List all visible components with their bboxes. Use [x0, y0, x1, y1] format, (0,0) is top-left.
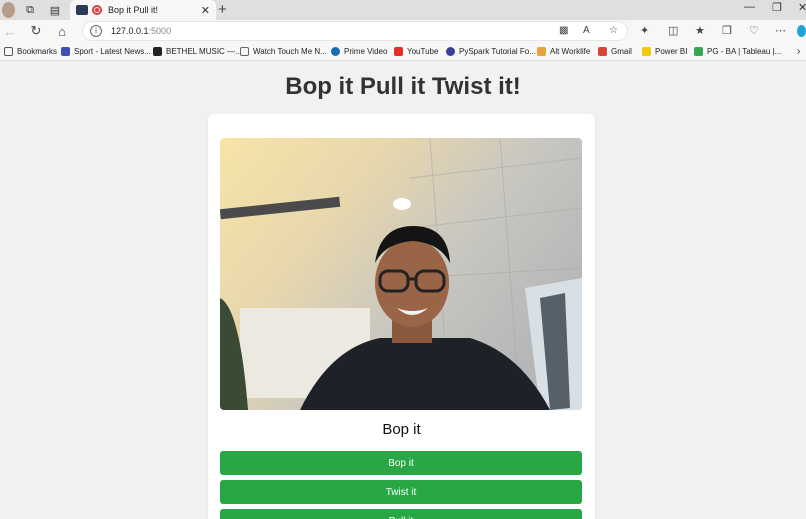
bookmark-folder-icon — [4, 47, 13, 56]
bookmark-label: Sport - Latest News... — [74, 47, 151, 56]
home-icon[interactable]: ⌂ — [54, 23, 70, 39]
alt-worklife-icon — [537, 47, 546, 56]
bethel-music-icon — [153, 47, 162, 56]
extensions-icon[interactable]: ✦ — [640, 24, 649, 37]
address-bar-row: ← ↻ ⌂ i 127.0.0.1:5000 ▩ A ☆ ✦ ◫ ★ ❐ ♡ ⋯ — [0, 20, 806, 42]
bookmark-item[interactable]: Sport - Latest News... — [61, 45, 151, 58]
tab-actions-icon[interactable]: ▤ — [47, 2, 63, 18]
pyspark-icon — [446, 47, 455, 56]
refresh-icon[interactable]: ↻ — [28, 23, 44, 39]
minimize-icon[interactable]: — — [744, 1, 755, 13]
bookmark-item[interactable]: YouTube — [394, 45, 438, 58]
bookmark-item[interactable]: Watch Touch Me N... — [240, 45, 327, 58]
bookmarks-bar: Bookmarks Sport - Latest News... BETHEL … — [0, 42, 806, 61]
tab-bar: ⧉ ▤ Bop it Pull it! ✕ + — ❐ ✕ — [0, 0, 806, 20]
profile-avatar-icon[interactable] — [2, 2, 15, 18]
restore-icon[interactable]: ❐ — [772, 1, 782, 14]
power-bi-icon — [642, 47, 651, 56]
youtube-icon — [394, 47, 403, 56]
bookmark-label: Watch Touch Me N... — [253, 47, 327, 56]
webcam-feed — [220, 138, 582, 410]
webcam-image — [220, 138, 582, 410]
google-drive-icon — [694, 47, 703, 56]
page-icon — [240, 47, 249, 56]
more-options-icon[interactable]: ⋯ — [775, 24, 786, 37]
bookmark-label: PG - BA | Tableau |... — [707, 47, 782, 56]
site-info-icon[interactable]: i — [90, 25, 102, 37]
bookmark-item[interactable]: Prime Video — [331, 45, 387, 58]
bop-it-button[interactable]: Bop it — [220, 451, 582, 475]
current-command: Bop it — [382, 421, 421, 438]
close-tab-icon[interactable]: ✕ — [201, 4, 210, 17]
favorites-icon[interactable]: ★ — [695, 24, 705, 37]
camera-in-use-icon[interactable]: ▩ — [559, 25, 568, 36]
bookmark-label: Power BI — [655, 47, 688, 56]
copilot-icon[interactable] — [797, 25, 806, 37]
bookmark-item[interactable]: Alt Worklife — [537, 45, 590, 58]
bookmark-label: Alt Worklife — [550, 47, 591, 56]
bookmark-label: Bookmarks — [17, 47, 58, 56]
gmail-icon — [598, 47, 607, 56]
url-field[interactable]: i 127.0.0.1:5000 ▩ A ☆ — [82, 21, 628, 41]
bookmarks-overflow-icon[interactable]: › — [797, 45, 800, 58]
browser-essentials-icon[interactable]: ♡ — [749, 24, 759, 37]
workspaces-icon[interactable]: ⧉ — [22, 2, 38, 18]
url-port: :5000 — [148, 26, 172, 36]
split-screen-icon[interactable]: ◫ — [668, 24, 678, 37]
bookmark-item[interactable]: Power BI — [642, 45, 687, 58]
pull-it-button[interactable]: Pull it — [220, 509, 582, 519]
url-host: 127.0.0.1 — [111, 26, 149, 36]
close-window-icon[interactable]: ✕ — [798, 1, 806, 14]
recording-indicator-icon — [92, 5, 102, 15]
back-icon[interactable]: ← — [2, 23, 18, 39]
page-title: Bop it Pull it Twist it! — [285, 73, 521, 100]
prime-video-icon — [331, 47, 340, 56]
twist-it-button[interactable]: Twist it — [220, 480, 582, 504]
favorite-star-icon[interactable]: ☆ — [609, 25, 618, 36]
bookmark-label: YouTube — [407, 47, 439, 56]
bookmark-item[interactable]: PG - BA | Tableau |... — [694, 45, 781, 58]
tab-favicon-icon — [76, 5, 88, 15]
url-text: 127.0.0.1:5000 — [111, 26, 171, 36]
bookmark-label: Gmail — [611, 47, 632, 56]
bookmark-item[interactable]: Gmail — [598, 45, 632, 58]
bookmark-item[interactable]: Bookmarks — [4, 45, 57, 58]
tab-title: Bop it Pull it! — [108, 5, 159, 15]
bookmark-item[interactable]: BETHEL MUSIC —... — [153, 45, 242, 58]
page-content: Bop it Pull it Twist it! Bop it Bop it T… — [0, 61, 806, 519]
sport-news-icon — [61, 47, 70, 56]
bookmark-label: PySpark Tutorial Fo... — [459, 47, 536, 56]
game-card: Bop it Bop it Twist it Pull it — [208, 114, 595, 519]
read-aloud-icon[interactable]: A — [583, 25, 590, 36]
active-tab[interactable]: Bop it Pull it! ✕ — [70, 0, 216, 20]
bookmark-item[interactable]: PySpark Tutorial Fo... — [446, 45, 536, 58]
collections-icon[interactable]: ❐ — [722, 24, 732, 37]
bookmark-label: BETHEL MUSIC —... — [166, 47, 242, 56]
new-tab-icon[interactable]: + — [218, 1, 227, 18]
bookmark-label: Prime Video — [344, 47, 388, 56]
